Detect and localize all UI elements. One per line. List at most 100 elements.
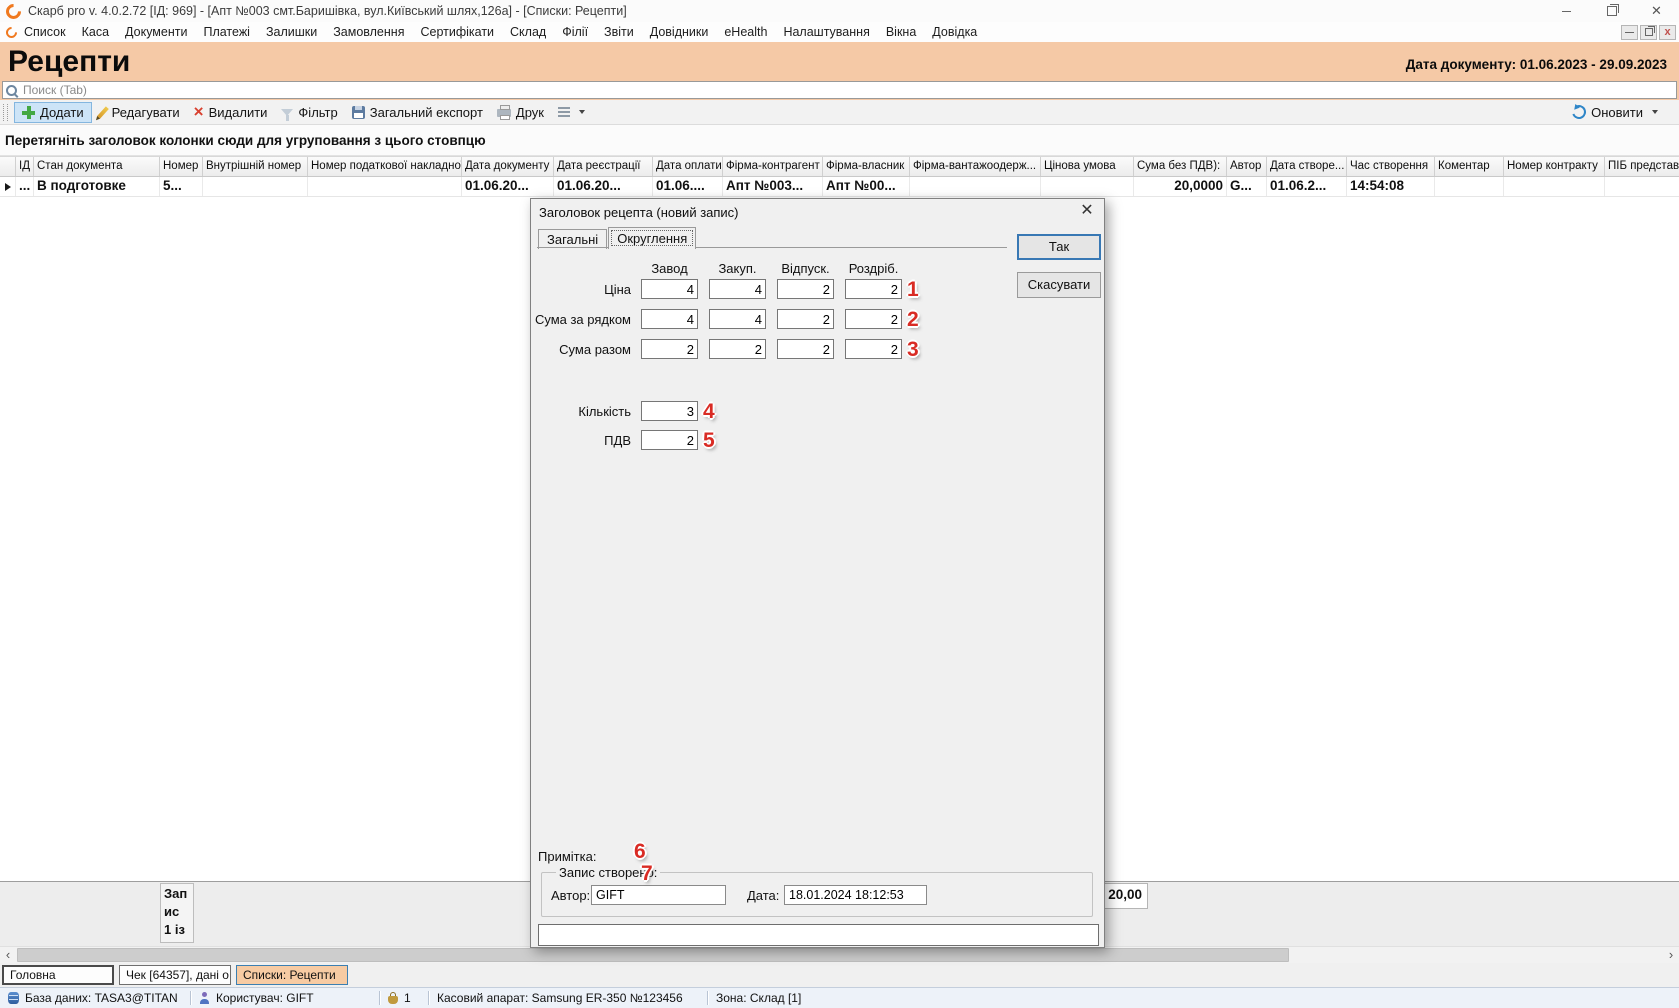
menu-nalashtuvannya[interactable]: Налаштування [783,25,869,39]
column-header-tax-invoice[interactable]: Номер податкової накладної [308,157,462,176]
column-header-representative[interactable]: ПІБ представ... [1605,157,1679,176]
minimize-button[interactable] [1544,0,1589,22]
menu-kasa[interactable]: Каса [82,25,109,39]
export-button-label: Загальний експорт [370,105,483,120]
menu-platezhi[interactable]: Платежі [203,25,250,39]
group-by-panel[interactable]: Перетягніть заголовок колонки сюди для у… [0,125,1679,156]
column-header-created-time[interactable]: Час створення [1347,157,1435,176]
refresh-button[interactable]: Оновити [1565,102,1665,123]
column-header-owner[interactable]: Фірма-власник [823,157,910,176]
printer-icon [497,109,511,117]
menu-sklad[interactable]: Склад [510,25,546,39]
price-vidpusk-input[interactable] [777,279,834,299]
column-header-internal-number[interactable]: Внутрішній номер [203,157,308,176]
menu-dovidka[interactable]: Довідка [932,25,977,39]
column-header-contract-number[interactable]: Номер контракту [1504,157,1605,176]
column-header-state[interactable]: Стан документа [34,157,160,176]
column-header-sum-no-vat[interactable]: Сума без ПДВ): [1134,157,1227,176]
annotation-1: 1 [907,279,919,300]
menu-ehealth[interactable]: eHealth [724,25,767,39]
delete-button[interactable]: Видалити [187,102,275,123]
export-button[interactable]: Загальний експорт [345,102,490,123]
mdi-minimize-button[interactable] [1621,25,1638,40]
column-header-id[interactable]: ІД [16,157,34,176]
menu-dokumenty[interactable]: Документи [125,25,187,39]
price-rozdrib-input[interactable] [845,279,902,299]
menu-sertyfikaty[interactable]: Сертифікати [420,25,494,39]
window-tab-bar: Головна Чек [64357], дані о ... Списки: … [0,963,1679,987]
label-vat: ПДВ [531,433,631,448]
linesum-rozdrib-input[interactable] [845,309,902,329]
cell-id: ... [16,177,34,196]
grid-header-rozdrib: Роздріб. [845,261,902,276]
column-header-created-date[interactable]: Дата створе... [1267,157,1347,176]
vat-input[interactable] [641,430,698,450]
column-header-indicator[interactable] [0,157,16,176]
total-zakup-input[interactable] [709,339,766,359]
column-header-doc-date[interactable]: Дата документу [462,157,554,176]
label-line-sum: Сума за рядком [531,312,631,327]
total-zavod-input[interactable] [641,339,698,359]
cell-counterparty: Апт №003... [723,177,823,196]
table-row[interactable]: ... В подготовке 5... 01.06.20... 01.06.… [0,177,1679,197]
linesum-vidpusk-input[interactable] [777,309,834,329]
menu-filii[interactable]: Філії [562,25,588,39]
author-input[interactable] [591,885,726,905]
delete-x-icon [194,105,204,120]
column-header-number[interactable]: Номер [160,157,203,176]
total-vidpusk-input[interactable] [777,339,834,359]
search-input[interactable] [21,82,1676,98]
menu-zamovlennya[interactable]: Замовлення [333,25,404,39]
scroll-right-button[interactable]: › [1663,947,1679,963]
column-header-counterparty[interactable]: Фірма-контрагент [723,157,823,176]
linesum-zavod-input[interactable] [641,309,698,329]
tab-okruglennya[interactable]: Округлення [608,227,696,249]
tab-golovna[interactable]: Головна [2,965,114,985]
column-header-pay-date[interactable]: Дата оплати [653,157,723,176]
mdi-close-button[interactable]: x [1659,25,1676,40]
horizontal-scrollbar[interactable]: ‹ › [0,946,1679,963]
cell-pay-date: 01.06.... [653,177,723,196]
view-options-button[interactable] [551,102,592,123]
row-indicator [0,177,16,196]
column-header-comment[interactable]: Коментар [1435,157,1504,176]
restore-button[interactable] [1589,0,1634,22]
column-header-price-condition[interactable]: Цінова умова [1041,157,1134,176]
add-button[interactable]: Додати [14,102,92,123]
price-zakup-input[interactable] [709,279,766,299]
cancel-button[interactable]: Скасувати [1017,272,1101,298]
filter-button[interactable]: Фільтр [274,102,344,123]
ok-button[interactable]: Так [1017,234,1101,260]
menu-dovidnyky[interactable]: Довідники [650,25,709,39]
menu-vikna[interactable]: Вікна [886,25,916,39]
column-header-consignee[interactable]: Фірма-вантажоодерж... [910,157,1041,176]
note-input[interactable] [538,924,1099,946]
tab-spysky-recepty[interactable]: Списки: Рецепти [236,965,348,985]
scrollbar-thumb[interactable] [17,948,1289,962]
search-box[interactable] [2,81,1677,99]
menu-spysok[interactable]: Список [24,25,66,39]
mdi-restore-button[interactable] [1640,25,1657,40]
menu-zvity[interactable]: Звіти [604,25,634,39]
column-header-reg-date[interactable]: Дата реєстрації [554,157,653,176]
refresh-icon [1570,103,1589,122]
print-button[interactable]: Друк [490,102,551,123]
column-header-author[interactable]: Автор [1227,157,1267,176]
window-controls: ✕ [1544,0,1679,22]
edit-button[interactable]: Редагувати [92,102,187,123]
price-zavod-input[interactable] [641,279,698,299]
close-button[interactable]: ✕ [1634,0,1679,22]
dialog-close-icon: ✕ [1080,202,1093,219]
cell-author: G... [1227,177,1267,196]
dialog-close-button[interactable]: ✕ [1078,202,1096,220]
cell-owner: Апт №00... [823,177,910,196]
scroll-left-button[interactable]: ‹ [0,947,16,963]
menu-zalyshky[interactable]: Залишки [266,25,317,39]
created-date-input[interactable] [784,885,927,905]
linesum-zakup-input[interactable] [709,309,766,329]
search-icon [6,85,17,96]
quantity-input[interactable] [641,401,698,421]
tab-chek[interactable]: Чек [64357], дані о ... [119,965,231,985]
total-rozdrib-input[interactable] [845,339,902,359]
tab-zagalni[interactable]: Загальні [538,229,607,249]
